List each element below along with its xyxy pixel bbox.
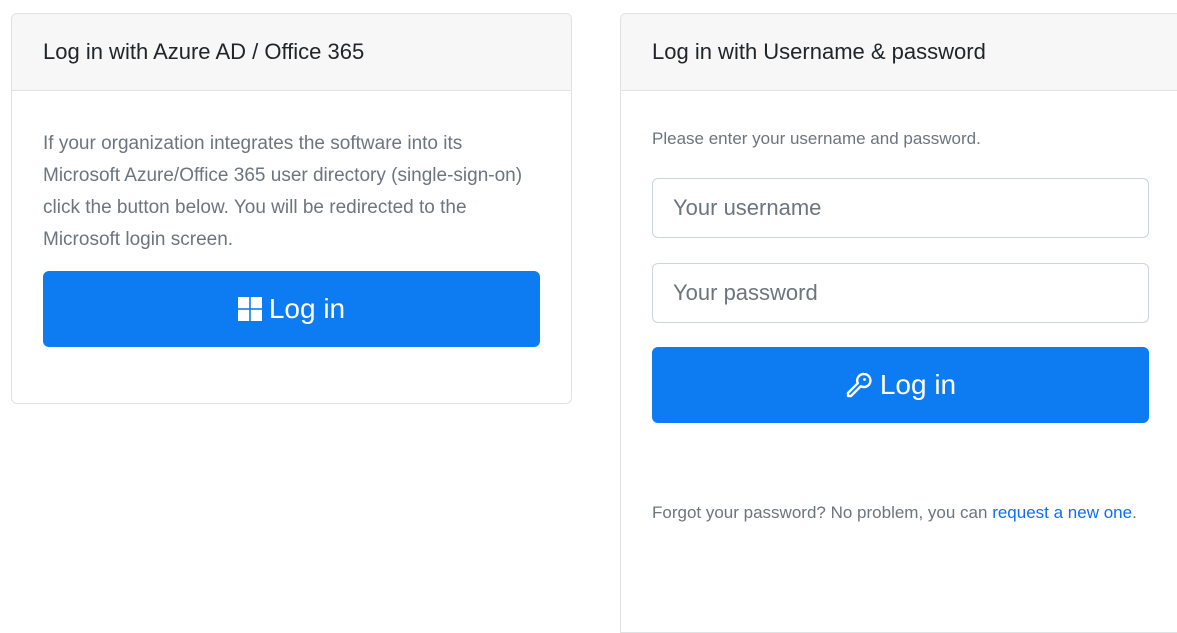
password-card-body: Please enter your username and password. (621, 91, 1177, 148)
key-icon (845, 371, 873, 399)
username-input[interactable] (652, 178, 1149, 238)
azure-card-description: If your organization integrates the soft… (43, 133, 523, 250)
password-login-card: Log in with Username & password Please e… (620, 13, 1177, 633)
password-card-instructions: Please enter your username and password. (652, 129, 981, 148)
azure-card-header: Log in with Azure AD / Office 365 (12, 14, 571, 91)
password-login-button[interactable]: Log in (652, 347, 1149, 423)
azure-card-title: Log in with Azure AD / Office 365 (43, 39, 365, 64)
azure-login-button[interactable]: Log in (43, 271, 540, 347)
password-input[interactable] (652, 263, 1149, 323)
azure-card-body: If your organization integrates the soft… (12, 91, 571, 250)
forgot-password-suffix: . (1132, 503, 1137, 522)
azure-login-card: Log in with Azure AD / Office 365 If you… (11, 13, 572, 404)
forgot-password-text: Forgot your password? No problem, you ca… (652, 497, 1162, 529)
request-new-password-link[interactable]: request a new one (992, 503, 1132, 522)
azure-login-button-label: Log in (268, 293, 346, 324)
password-card-header: Log in with Username & password (621, 14, 1177, 91)
password-card-title: Log in with Username & password (652, 39, 986, 64)
forgot-password-prefix: Forgot your password? No problem, you ca… (652, 503, 988, 522)
password-login-button-label: Log in (879, 369, 957, 400)
windows-logo-icon (237, 297, 262, 321)
